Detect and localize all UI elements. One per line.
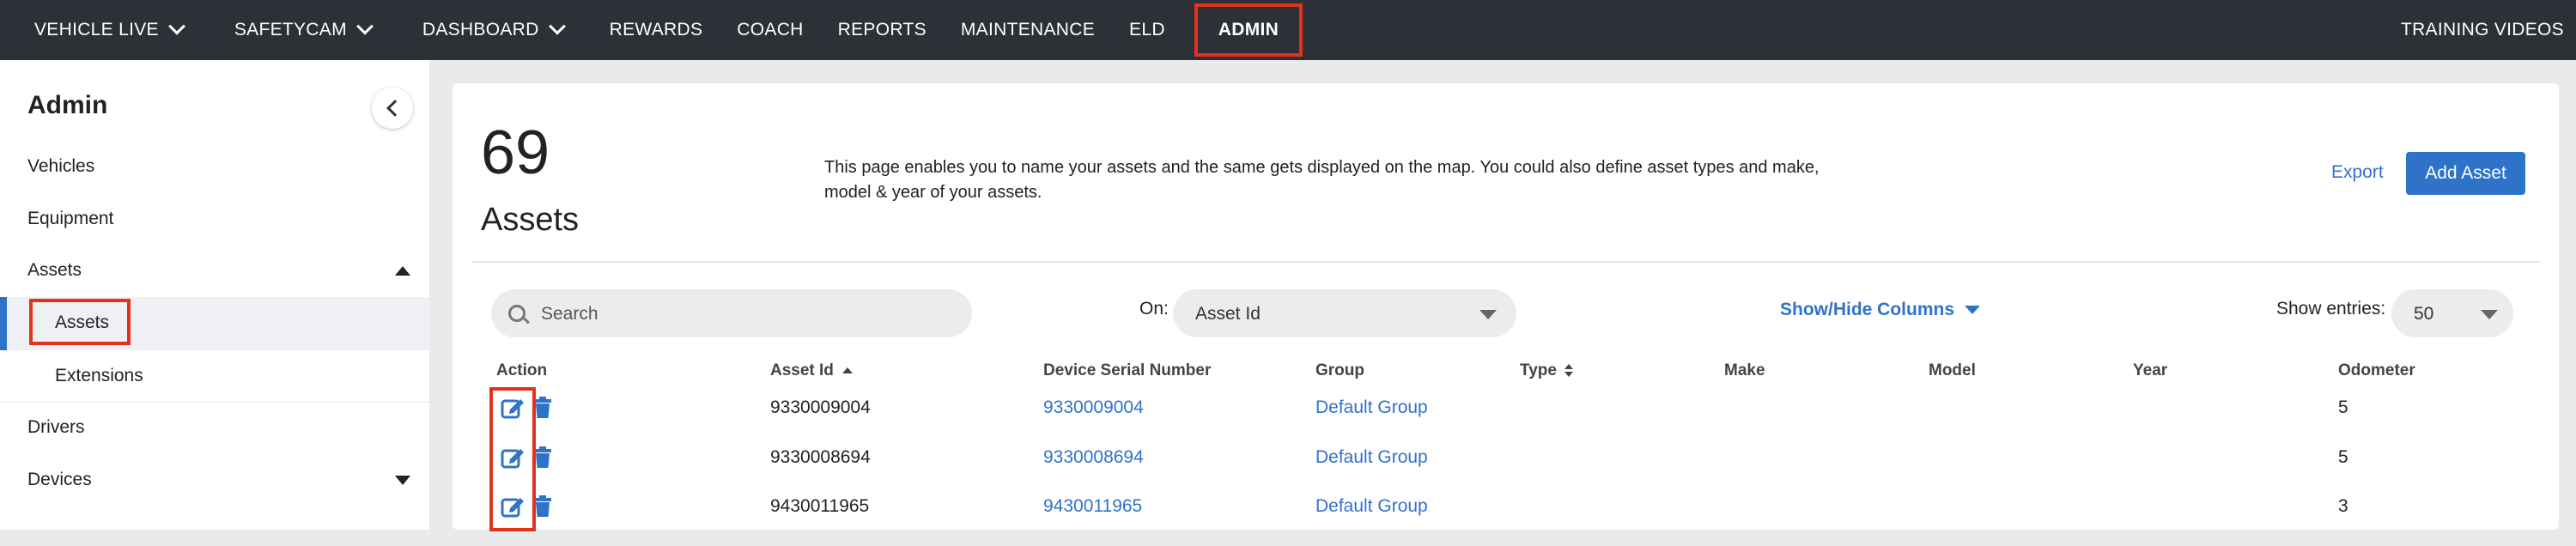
search-box bbox=[491, 289, 972, 339]
sidebar-item-label: Drivers bbox=[27, 417, 85, 437]
device-serial-link[interactable]: 9430011965 bbox=[1043, 496, 1142, 517]
table-row: 9330008694 9330008694 Default Group 5 bbox=[453, 446, 2559, 497]
top-nav: VEHICLE LIVE SAFETYCAM DASHBOARD REWARDS… bbox=[0, 0, 2576, 60]
nav-item-label: SAFETYCAM bbox=[234, 20, 347, 39]
sidebar-item-label: Assets bbox=[27, 260, 82, 280]
column-header-device-serial: Device Serial Number bbox=[1043, 361, 1212, 379]
chevron-left-icon bbox=[386, 100, 404, 117]
trash-icon[interactable] bbox=[533, 446, 552, 469]
device-serial-link[interactable]: 9330008694 bbox=[1043, 447, 1144, 468]
page-description: This page enables you to name your asset… bbox=[824, 158, 1820, 202]
column-header-type[interactable]: Type bbox=[1520, 361, 1573, 380]
main-panel: 69 Assets This page enables you to name … bbox=[453, 83, 2559, 531]
sidebar-title: Admin bbox=[27, 91, 108, 119]
page-title: Assets bbox=[481, 202, 580, 238]
caret-up-icon bbox=[395, 266, 410, 276]
nav-maintenance[interactable]: MAINTENANCE bbox=[944, 0, 1112, 60]
search-input[interactable] bbox=[539, 289, 955, 339]
column-header-odometer: Odometer bbox=[2338, 361, 2415, 379]
column-header-asset-id[interactable]: Asset Id bbox=[770, 361, 853, 380]
trash-icon[interactable] bbox=[533, 397, 552, 419]
column-header-label: Asset Id bbox=[770, 361, 834, 379]
search-icon bbox=[508, 305, 526, 322]
asset-count: 69 bbox=[481, 118, 550, 187]
show-hide-columns-button[interactable]: Show/Hide Columns bbox=[1780, 300, 1981, 320]
active-indicator bbox=[0, 297, 7, 350]
dropdown-arrow-icon bbox=[1965, 306, 1981, 315]
column-header-group: Group bbox=[1315, 361, 1364, 379]
nav-coach[interactable]: COACH bbox=[720, 0, 820, 60]
sidebar-divider bbox=[0, 402, 429, 403]
caret-down-icon bbox=[395, 476, 410, 485]
sidebar-item-label: Equipment bbox=[27, 209, 114, 228]
nav-item-label: VEHICLE LIVE bbox=[34, 20, 159, 39]
column-header-action: Action bbox=[496, 361, 548, 379]
search-field-select[interactable]: Asset Id bbox=[1173, 289, 1516, 337]
chevron-down-icon bbox=[167, 17, 185, 35]
add-asset-button[interactable]: Add Asset bbox=[2406, 152, 2525, 195]
nav-vehicle-live[interactable]: VEHICLE LIVE bbox=[17, 0, 200, 60]
column-header-make: Make bbox=[1724, 361, 1765, 379]
odometer-cell: 5 bbox=[2338, 447, 2348, 467]
sort-ascending-icon bbox=[841, 367, 853, 374]
header-divider bbox=[471, 261, 2541, 263]
show-entries-label: Show entries: bbox=[2276, 299, 2386, 318]
nav-safetycam[interactable]: SAFETYCAM bbox=[217, 0, 388, 60]
nav-eld[interactable]: ELD bbox=[1112, 0, 1182, 60]
group-link[interactable]: Default Group bbox=[1315, 496, 1428, 517]
nav-item-label: DASHBOARD bbox=[422, 20, 539, 39]
highlight-box bbox=[489, 387, 536, 531]
nav-dashboard[interactable]: DASHBOARD bbox=[405, 0, 580, 60]
show-entries-select[interactable]: 50 bbox=[2391, 289, 2513, 337]
dropdown-arrow-icon bbox=[2481, 310, 2498, 319]
show-hide-columns-label: Show/Hide Columns bbox=[1780, 300, 1955, 319]
sidebar-item-label: Assets bbox=[55, 312, 110, 332]
chevron-down-icon bbox=[548, 17, 566, 35]
device-serial-link[interactable]: 9330009004 bbox=[1043, 397, 1144, 418]
dropdown-arrow-icon bbox=[1479, 310, 1497, 319]
search-on-label: On: bbox=[1139, 299, 1169, 318]
chevron-down-icon bbox=[355, 17, 374, 35]
column-header-model: Model bbox=[1929, 361, 1976, 379]
odometer-cell: 5 bbox=[2338, 397, 2348, 417]
sidebar-item-label: Vehicles bbox=[27, 156, 95, 176]
asset-id-cell: 9330008694 bbox=[770, 447, 871, 467]
table-row: 9430011965 9430011965 Default Group 3 bbox=[453, 495, 2559, 546]
nav-rewards[interactable]: REWARDS bbox=[592, 0, 720, 60]
export-link[interactable]: Export bbox=[2331, 162, 2384, 183]
column-header-year: Year bbox=[2133, 361, 2168, 379]
sort-icon bbox=[1564, 364, 1573, 378]
trash-icon[interactable] bbox=[533, 495, 552, 518]
nav-training-videos[interactable]: TRAINING VIDEOS bbox=[2384, 0, 2576, 60]
show-entries-value: 50 bbox=[2414, 304, 2434, 324]
asset-id-cell: 9430011965 bbox=[770, 496, 870, 516]
collapse-sidebar-button[interactable] bbox=[372, 88, 413, 129]
sidebar-item-label: Extensions bbox=[55, 366, 143, 385]
sidebar-item-label: Devices bbox=[27, 470, 92, 489]
nav-reports[interactable]: REPORTS bbox=[821, 0, 944, 60]
column-header-label: Type bbox=[1520, 361, 1557, 379]
sidebar: Admin Vehicles Equipment Assets Assets E… bbox=[0, 60, 429, 530]
nav-admin[interactable]: ADMIN bbox=[1191, 0, 1306, 60]
asset-id-cell: 9330009004 bbox=[770, 397, 871, 417]
sidebar-subitem-assets[interactable]: Assets bbox=[0, 297, 429, 350]
table-row: 9330009004 9330009004 Default Group 5 bbox=[453, 397, 2559, 447]
search-field-value: Asset Id bbox=[1195, 304, 1261, 324]
group-link[interactable]: Default Group bbox=[1315, 397, 1428, 418]
group-link[interactable]: Default Group bbox=[1315, 447, 1428, 468]
odometer-cell: 3 bbox=[2338, 496, 2348, 516]
